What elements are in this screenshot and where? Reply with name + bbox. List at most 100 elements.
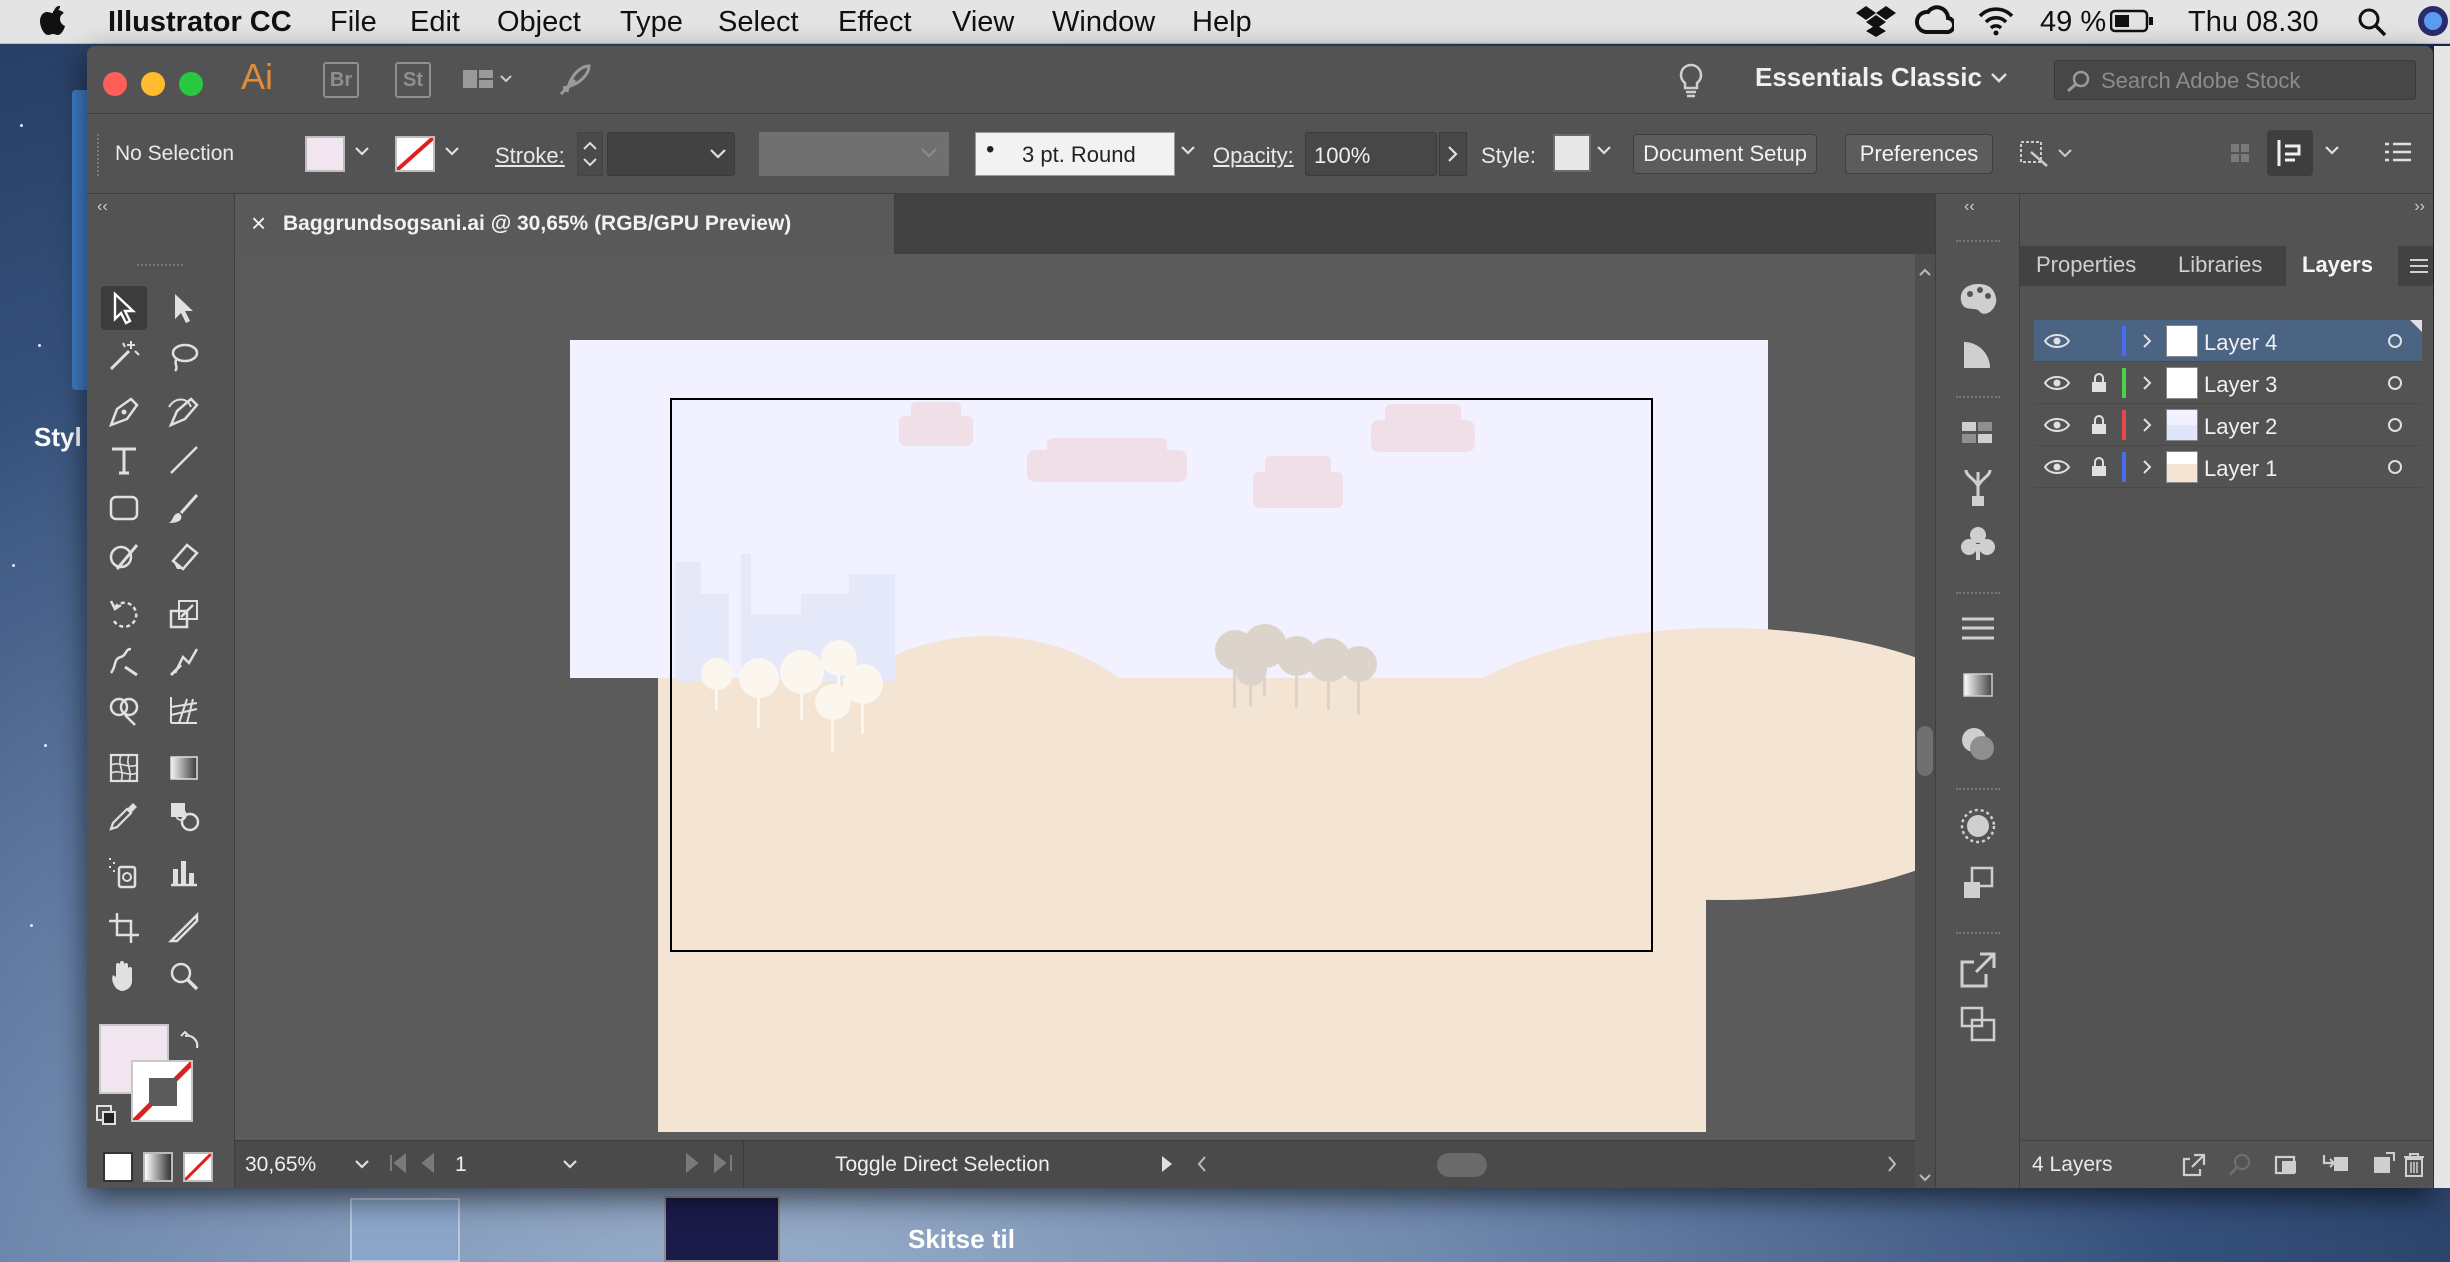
- zoom-window-button[interactable]: [179, 72, 203, 96]
- eyedropper-tool-icon[interactable]: [101, 794, 147, 838]
- artboard-tool-icon[interactable]: [101, 906, 147, 950]
- close-window-button[interactable]: [103, 72, 127, 96]
- collect-for-export-icon[interactable]: [2180, 1151, 2208, 1179]
- layer-name[interactable]: Layer 2: [2204, 414, 2277, 440]
- menu-help[interactable]: Help: [1192, 6, 1252, 39]
- menu-view[interactable]: View: [952, 6, 1014, 39]
- app-name-menu[interactable]: Illustrator CC: [108, 6, 292, 39]
- layer-row-1[interactable]: Layer 1: [2034, 446, 2422, 488]
- opacity-slider-button[interactable]: [1439, 132, 1467, 176]
- paintbrush-tool-icon[interactable]: [161, 486, 207, 530]
- menu-type[interactable]: Type: [620, 6, 683, 39]
- stroke-weight-stepper[interactable]: [577, 132, 603, 176]
- scroll-down-arrow-icon[interactable]: [1917, 1172, 1933, 1184]
- create-sublayer-icon[interactable]: [2320, 1151, 2350, 1179]
- blend-tool-icon[interactable]: [161, 794, 207, 838]
- document-setup-button[interactable]: Document Setup: [1633, 134, 1817, 174]
- menu-effect[interactable]: Effect: [838, 6, 912, 39]
- layer-row-2[interactable]: Layer 2: [2034, 404, 2422, 446]
- brush-dropdown-chevron-icon[interactable]: [1179, 142, 1197, 160]
- fill-color-swatch[interactable]: [305, 136, 345, 172]
- transform-anchor-icon[interactable]: [2015, 134, 2075, 174]
- vertical-scroll-thumb[interactable]: [1917, 726, 1933, 776]
- battery-icon[interactable]: [2110, 8, 2154, 34]
- desktop-file-thumbnail[interactable]: [350, 1198, 460, 1262]
- tools-grip[interactable]: [137, 264, 183, 270]
- discover-lightbulb-icon[interactable]: [1677, 62, 1705, 98]
- symbol-sprayer-tool-icon[interactable]: [101, 850, 147, 894]
- type-tool-icon[interactable]: [101, 438, 147, 482]
- menu-select[interactable]: Select: [718, 6, 799, 39]
- desktop-image-thumbnail[interactable]: [664, 1196, 780, 1262]
- shaper-tool-icon[interactable]: [101, 534, 147, 578]
- eraser-tool-icon[interactable]: [161, 534, 207, 578]
- vertical-scrollbar[interactable]: [1915, 254, 1935, 1188]
- target-circle-icon[interactable]: [2386, 332, 2404, 350]
- scale-tool-icon[interactable]: [161, 592, 207, 636]
- panel-menu-icon[interactable]: [2408, 256, 2430, 276]
- spotlight-search-icon[interactable]: [2356, 6, 2388, 38]
- brushes-panel-icon[interactable]: [1956, 468, 2000, 508]
- horizontal-scroll-thumb[interactable]: [1437, 1153, 1487, 1177]
- line-segment-tool-icon[interactable]: [161, 438, 207, 482]
- color-guide-panel-icon[interactable]: [1956, 336, 2000, 372]
- bridge-button[interactable]: Br: [323, 62, 359, 98]
- tab-layers-active[interactable]: Layers: [2286, 244, 2398, 288]
- slice-tool-icon[interactable]: [161, 906, 207, 950]
- wifi-icon[interactable]: [1976, 4, 2016, 36]
- visibility-eye-icon[interactable]: [2044, 416, 2070, 434]
- expand-panels-icon[interactable]: ››: [2414, 198, 2425, 216]
- free-transform-tool-icon[interactable]: [161, 640, 207, 684]
- control-panel-menu-icon[interactable]: [2383, 140, 2413, 166]
- lock-icon[interactable]: [2090, 414, 2108, 436]
- visibility-eye-icon[interactable]: [2044, 332, 2070, 350]
- preferences-button[interactable]: Preferences: [1845, 134, 1993, 174]
- column-graph-tool-icon[interactable]: [161, 850, 207, 894]
- stroke-color-swatch[interactable]: [395, 136, 435, 172]
- align-grid-icon[interactable]: [2227, 134, 2255, 174]
- lasso-tool-icon[interactable]: [161, 334, 207, 378]
- graphic-styles-panel-icon[interactable]: [1956, 864, 2000, 904]
- target-circle-icon[interactable]: [2386, 416, 2404, 434]
- expand-layer-chevron-icon[interactable]: [2140, 332, 2154, 350]
- target-circle-icon[interactable]: [2386, 374, 2404, 392]
- mesh-tool-icon[interactable]: [101, 746, 147, 790]
- curvature-tool-icon[interactable]: [161, 390, 207, 434]
- expand-layer-chevron-icon[interactable]: [2140, 374, 2154, 392]
- clock[interactable]: Thu 08.30: [2188, 6, 2319, 39]
- artboards-panel-icon[interactable]: [1956, 1004, 2000, 1044]
- align-dropdown-chevron-icon[interactable]: [2323, 142, 2341, 160]
- zoom-level-field[interactable]: 30,65%: [235, 1145, 375, 1185]
- scroll-right-arrow-icon[interactable]: [1885, 1153, 1899, 1175]
- graphic-style-swatch[interactable]: [1553, 134, 1591, 172]
- create-new-layer-icon[interactable]: [2368, 1151, 2396, 1179]
- collapse-panel-icon[interactable]: ‹‹: [97, 198, 108, 216]
- dropbox-icon[interactable]: [1856, 4, 1896, 38]
- visibility-eye-icon[interactable]: [2044, 374, 2070, 392]
- magic-wand-tool-icon[interactable]: [101, 334, 147, 378]
- stock-button[interactable]: St: [395, 62, 431, 98]
- brush-definition-field[interactable]: • 3 pt. Round: [975, 132, 1175, 176]
- locate-object-icon[interactable]: [2226, 1151, 2254, 1179]
- trash-icon[interactable]: [2400, 1151, 2428, 1179]
- layer-name[interactable]: Layer 3: [2204, 372, 2277, 398]
- warp-tool-icon[interactable]: [101, 640, 147, 684]
- align-options-button[interactable]: [2267, 130, 2313, 176]
- control-bar-grip[interactable]: [97, 134, 103, 176]
- layer-name[interactable]: Layer 1: [2204, 456, 2277, 482]
- stroke-panel-icon[interactable]: [1956, 614, 2000, 644]
- layer-row-4[interactable]: Layer 4: [2034, 320, 2422, 362]
- opacity-label[interactable]: Opacity:: [1213, 143, 1294, 169]
- lock-icon[interactable]: [2090, 372, 2108, 394]
- gpu-performance-icon[interactable]: [557, 62, 593, 98]
- symbols-panel-icon[interactable]: [1956, 524, 2000, 564]
- stroke-swatch-large[interactable]: [131, 1060, 193, 1122]
- menu-object[interactable]: Object: [497, 6, 581, 39]
- opacity-field[interactable]: 100%: [1305, 132, 1437, 176]
- siri-icon[interactable]: [2416, 4, 2450, 38]
- scroll-left-arrow-icon[interactable]: [1195, 1153, 1209, 1175]
- apple-menu-icon[interactable]: [38, 2, 68, 38]
- lock-icon[interactable]: [2090, 456, 2108, 478]
- perspective-grid-tool-icon[interactable]: [161, 688, 207, 732]
- expand-layer-chevron-icon[interactable]: [2140, 416, 2154, 434]
